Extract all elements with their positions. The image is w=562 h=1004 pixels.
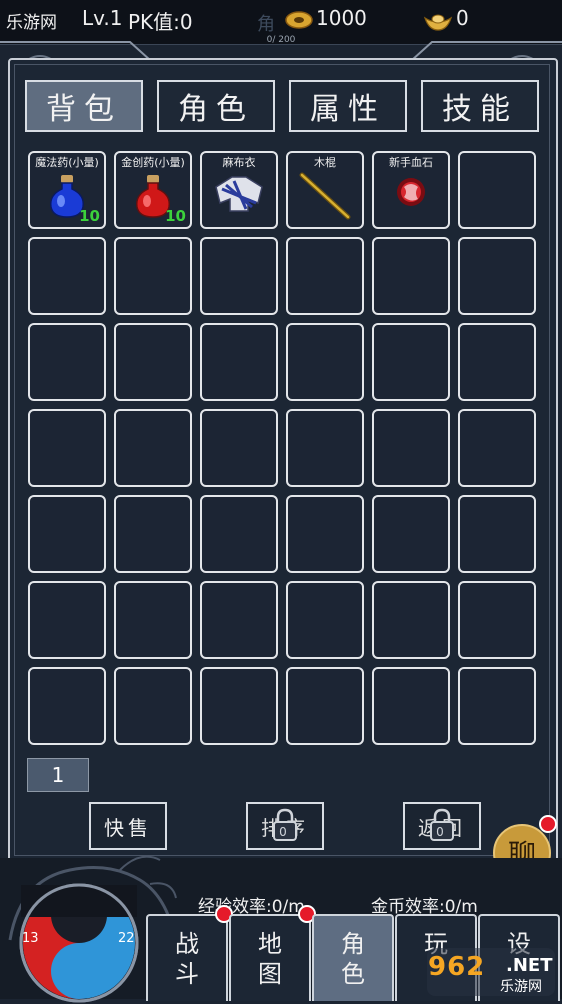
bag-slot-empty[interactable] (458, 237, 536, 315)
gold-amount: 1000 (316, 6, 367, 30)
bag-slot-empty[interactable] (372, 409, 450, 487)
bag-slot-empty[interactable] (372, 495, 450, 573)
gold-ingot-icon (423, 14, 453, 31)
bag-slot-blood-stone[interactable]: 新手血石 (372, 151, 450, 229)
bag-slot-empty[interactable] (200, 495, 278, 573)
hp-value: 13 (22, 931, 39, 946)
lock-icon: 0 (430, 808, 454, 841)
nav-label: 图 (258, 959, 282, 988)
nav-map[interactable]: 地 图 (229, 914, 311, 1001)
top-bar: 乐游网 Lv.1 PK值:0 角 1000 0 0/ 200 (0, 0, 562, 45)
bag-slot-empty[interactable] (200, 237, 278, 315)
bag-slot-empty[interactable] (114, 667, 192, 745)
page-indicator[interactable]: 1 (27, 758, 89, 792)
bag-slot-empty[interactable] (458, 323, 536, 401)
bag-slot-empty[interactable] (286, 323, 364, 401)
bag-slot-empty[interactable] (286, 667, 364, 745)
bag-slot-empty[interactable] (28, 667, 106, 745)
bag-slot-blue-potion[interactable]: 魔法药(小量) 10 (28, 151, 106, 229)
bag-slot-empty[interactable] (28, 409, 106, 487)
bag-slot-empty[interactable] (458, 151, 536, 229)
bag-slot-empty[interactable] (28, 323, 106, 401)
nav-label: 地 (258, 929, 282, 958)
bag-slot-empty[interactable] (286, 495, 364, 573)
tab-bag[interactable]: 背包 (25, 80, 143, 132)
bag-slot-empty[interactable] (372, 237, 450, 315)
bag-slot-cloth-armor[interactable]: 麻布衣 (200, 151, 278, 229)
tab-skills[interactable]: 技能 (421, 80, 539, 132)
bg-watermark-char: 角 (257, 14, 275, 35)
bag-slot-empty[interactable] (28, 237, 106, 315)
bag-slot-empty[interactable] (372, 323, 450, 401)
bag-slot-empty[interactable] (372, 667, 450, 745)
chat-notification-dot (539, 815, 557, 833)
mp-value: 22 (118, 931, 135, 946)
player-level: Lv.1 (82, 6, 123, 30)
wooden-staff-icon (299, 172, 351, 220)
bag-slot-empty[interactable] (114, 581, 192, 659)
nav-label: 斗 (175, 959, 199, 988)
copper-coin-icon (285, 11, 313, 29)
bag-slot-empty[interactable] (286, 237, 364, 315)
bag-slot-wooden-staff[interactable]: 木棍 (286, 151, 364, 229)
svg-text:0: 0 (279, 825, 291, 839)
bag-slot-empty[interactable] (458, 667, 536, 745)
bag-slot-empty[interactable] (200, 667, 278, 745)
item-name: 木棍 (314, 156, 336, 169)
tab-attributes[interactable]: 属性 (289, 80, 407, 132)
item-name: 金创药(小量) (121, 156, 185, 169)
bag-slot-empty[interactable] (458, 495, 536, 573)
bag-slot-empty[interactable] (28, 581, 106, 659)
nav-battle[interactable]: 战 斗 (146, 914, 228, 1001)
item-count: 10 (165, 207, 186, 225)
nav-label: 角 (341, 929, 365, 958)
bag-slot-red-potion[interactable]: 金创药(小量) 10 (114, 151, 192, 229)
bag-slot-empty[interactable] (286, 581, 364, 659)
bag-slot-empty[interactable] (200, 581, 278, 659)
sort-button[interactable]: 排序 0 (246, 802, 324, 850)
watermark-number: 962 (428, 952, 486, 982)
item-count: 10 (79, 207, 100, 225)
site-name: 乐游网 (6, 13, 57, 33)
watermark-net: .NET (506, 955, 553, 976)
nav-character[interactable]: 角 色 (312, 914, 394, 1001)
pk-value: PK值:0 (128, 10, 193, 34)
blood-stone-icon (397, 178, 425, 206)
cloth-armor-icon (215, 176, 263, 212)
bag-slot-empty[interactable] (372, 581, 450, 659)
item-name: 魔法药(小量) (35, 156, 99, 169)
item-name: 新手血石 (389, 156, 433, 169)
lock-icon: 0 (273, 808, 297, 841)
bag-slot-empty[interactable] (28, 495, 106, 573)
nav-label: 色 (341, 959, 365, 988)
recycle-button[interactable]: 返回 0 (403, 802, 481, 850)
bag-slot-empty[interactable] (458, 581, 536, 659)
tab-character[interactable]: 角色 (157, 80, 275, 132)
item-name: 麻布衣 (222, 156, 256, 169)
bag-slot-empty[interactable] (458, 409, 536, 487)
watermark-site: 乐游网 (500, 979, 542, 995)
bag-slot-empty[interactable] (114, 237, 192, 315)
bag-slot-empty[interactable] (114, 323, 192, 401)
ingot-amount: 0 (456, 6, 469, 30)
nav-label: 战 (175, 929, 199, 958)
bag-slot-empty[interactable] (286, 409, 364, 487)
bag-slot-empty[interactable] (114, 409, 192, 487)
bag-slot-empty[interactable] (200, 323, 278, 401)
svg-text:0: 0 (436, 825, 448, 839)
bag-slot-empty[interactable] (200, 409, 278, 487)
bag-slot-empty[interactable] (114, 495, 192, 573)
